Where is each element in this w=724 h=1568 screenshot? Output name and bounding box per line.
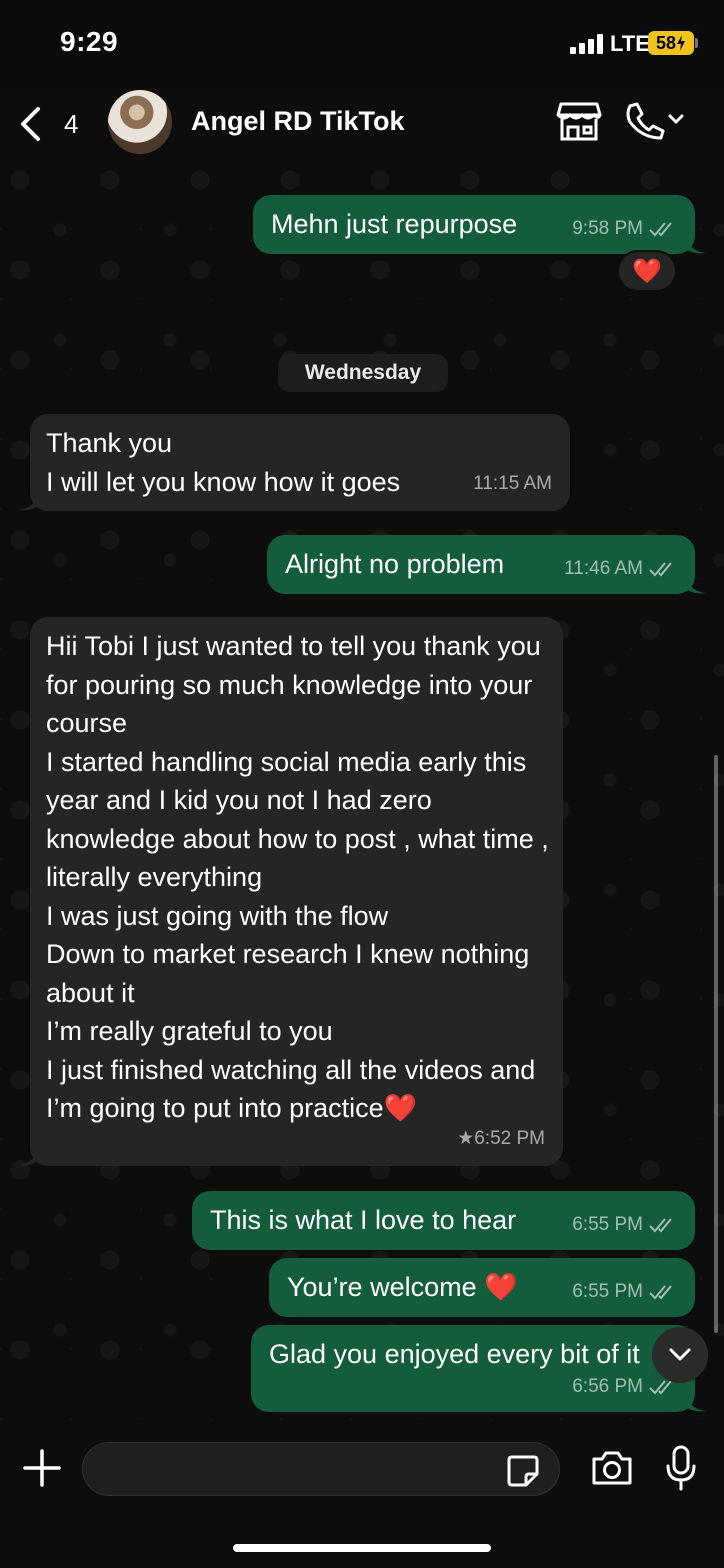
status-time: 9:29 [60, 26, 119, 57]
bubble-tail [684, 233, 706, 254]
back-button[interactable]: 4 [18, 102, 78, 146]
phone-icon[interactable] [622, 100, 686, 142]
network-type: LTE [610, 31, 650, 56]
message-composer [0, 1428, 724, 1568]
message-meta: 11:15 AM [473, 465, 552, 504]
status-bar: 9:29 LTE 58 [0, 0, 724, 88]
message-time: 6:55 PM [572, 1280, 643, 1302]
message-bubble-outgoing[interactable]: This is what I love to hear 6:55 PM [192, 1191, 695, 1250]
message-text: This is what I love to hear [210, 1205, 517, 1235]
message-bubble-incoming[interactable]: Thank you I will let you know how it goe… [30, 414, 570, 511]
bubble-tail [684, 1391, 706, 1412]
message-text: Alright no problem [285, 549, 505, 579]
double-check-icon [649, 1285, 672, 1300]
message-meta: 6:55 PM [572, 1206, 677, 1245]
camera-icon[interactable] [590, 1448, 634, 1488]
message-meta: 6:55 PM [572, 1273, 677, 1312]
message-bubble-outgoing[interactable]: You’re welcome ❤️ 6:55 PM [269, 1258, 695, 1317]
message-meta: 9:58 PM [572, 210, 677, 249]
message-text: Hii Tobi I just wanted to tell you thank… [46, 631, 549, 1123]
chevron-down-icon [669, 1348, 691, 1361]
unread-count: 4 [64, 108, 79, 139]
message-time: 9:58 PM [572, 217, 643, 239]
battery-level: 58 [655, 32, 677, 53]
chat-header: 4 Angel RD TikTok [0, 88, 724, 160]
home-indicator [233, 1544, 491, 1552]
double-check-icon [649, 222, 672, 237]
message-input[interactable] [82, 1442, 560, 1496]
message-text: Mehn just repurpose [271, 209, 518, 239]
message-time: 6:56 PM [572, 1375, 643, 1397]
message-bubble-outgoing[interactable]: Mehn just repurpose 9:58 PM [253, 195, 695, 254]
message-meta: 11:46 AM [564, 550, 677, 589]
message-time: 11:46 AM [564, 557, 643, 579]
battery-tip [695, 38, 698, 48]
date-divider: Wednesday [278, 354, 448, 392]
bubble-tail [684, 573, 706, 594]
heart-reaction[interactable]: ❤️ [617, 250, 677, 292]
message-text: You’re welcome ❤️ [287, 1272, 518, 1302]
back-chevron-icon [21, 107, 40, 141]
message-time: 6:55 PM [572, 1213, 643, 1235]
message-text: Thank you I will let you know how it goe… [46, 428, 401, 497]
double-check-icon [649, 1218, 672, 1233]
sticker-icon[interactable] [506, 1454, 540, 1488]
message-meta: ★6:52 PM [457, 1120, 545, 1159]
bubble-tail [18, 490, 40, 511]
scroll-to-bottom-button[interactable] [652, 1327, 708, 1383]
contact-name[interactable]: Angel RD TikTok [191, 106, 405, 137]
battery-indicator: 58 [648, 31, 694, 55]
bubble-tail [18, 1145, 40, 1166]
mic-icon[interactable] [664, 1444, 698, 1492]
double-check-icon [649, 562, 672, 577]
message-bubble-outgoing[interactable]: Glad you enjoyed every bit of it 6:56 PM [251, 1325, 695, 1412]
message-time: 11:15 AM [473, 472, 552, 494]
contact-avatar[interactable] [108, 90, 172, 154]
message-bubble-incoming[interactable]: Hii Tobi I just wanted to tell you thank… [30, 617, 563, 1166]
store-icon[interactable] [556, 100, 602, 142]
scrollbar[interactable] [714, 755, 718, 1333]
message-time: ★6:52 PM [457, 1127, 545, 1149]
cellular-signal-icon [570, 34, 606, 54]
charging-bolt-icon [677, 35, 686, 51]
chevron-down-icon [668, 114, 684, 124]
message-bubble-outgoing[interactable]: Alright no problem 11:46 AM [267, 535, 695, 594]
plus-icon[interactable] [22, 1448, 62, 1488]
heart-reaction-icon: ❤️ [632, 257, 662, 285]
